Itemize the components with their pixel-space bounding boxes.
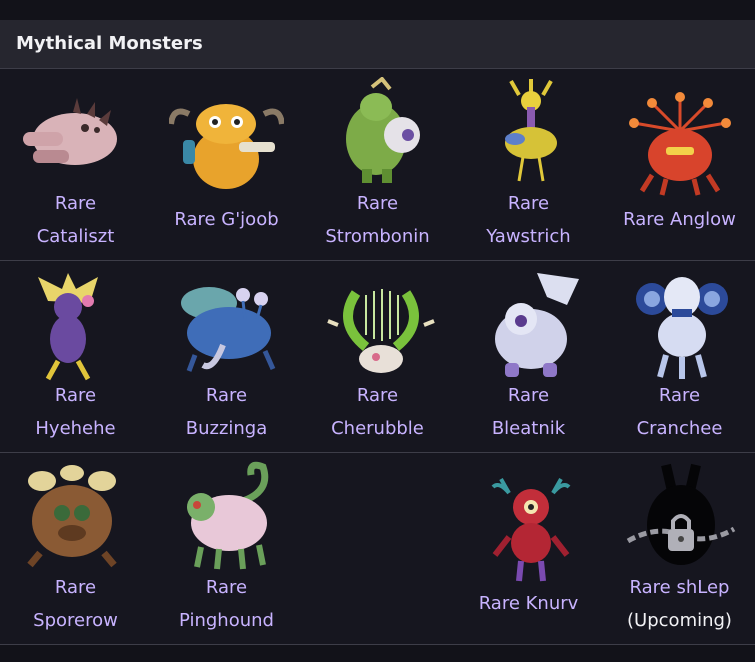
upcoming-note: (Upcoming)	[627, 610, 732, 631]
cataliszt-image[interactable]	[15, 94, 125, 184]
monster-row-2: Rare Hyehehe Rare Buzzinga Rare Cherubbl…	[0, 261, 755, 452]
monster-cell-cherubble[interactable]: Rare Cherubble	[302, 261, 453, 452]
monster-cell-cranchee[interactable]: Rare Cranchee	[604, 261, 755, 452]
monster-name-line1[interactable]: Rare	[453, 187, 604, 220]
monster-name-line1[interactable]: Rare	[151, 379, 302, 412]
monster-name-line1[interactable]: Rare	[151, 571, 302, 604]
bleatnik-image[interactable]	[487, 269, 582, 381]
monster-name-line2[interactable]: Bleatnik	[453, 412, 604, 445]
monster-name-line2[interactable]: Pinghound	[151, 604, 302, 637]
cherubble-image[interactable]	[326, 273, 436, 381]
monster-cell-strombonin[interactable]: Rare Strombonin	[302, 69, 453, 260]
monster-name-line1[interactable]: Rare	[302, 379, 453, 412]
cranchee-image[interactable]	[632, 269, 732, 384]
anglow-image[interactable]	[624, 91, 736, 201]
monster-name-line1[interactable]: Rare G'joob	[151, 203, 302, 236]
monster-name-line2[interactable]: Strombonin	[302, 220, 453, 253]
monster-cell-anglow[interactable]: Rare Anglow	[604, 69, 755, 260]
monster-row-3: Rare Sporerow Rare Pinghound Rare Knurv	[0, 453, 755, 644]
monster-name-line2[interactable]: Cranchee	[604, 412, 755, 445]
sporerow-image[interactable]	[20, 461, 125, 569]
bottom-bar	[0, 645, 755, 662]
section-title: Mythical Monsters	[16, 33, 203, 54]
monster-cell-yawstrich[interactable]: Rare Yawstrich	[453, 69, 604, 260]
buzzinga-image[interactable]	[169, 275, 284, 375]
section-header: Mythical Monsters	[0, 20, 755, 69]
monster-name-line1[interactable]: Rare	[302, 187, 453, 220]
monster-cell-hyehehe[interactable]: Rare Hyehehe	[0, 261, 151, 452]
top-bar	[0, 0, 755, 20]
pinghound-image[interactable]	[179, 461, 279, 573]
yawstrich-image[interactable]	[491, 77, 571, 187]
monster-cell-pinghound[interactable]: Rare Pinghound	[151, 453, 302, 644]
monster-cell-gjoob[interactable]: Rare G'joob	[151, 69, 302, 260]
monster-cell-sporerow[interactable]: Rare Sporerow	[0, 453, 151, 644]
monster-name-line1[interactable]: Rare	[604, 379, 755, 412]
monster-name-line2[interactable]: Sporerow	[0, 604, 151, 637]
monster-name-line1[interactable]: Rare	[453, 379, 604, 412]
monster-cell-cataliszt[interactable]: Rare Cataliszt	[0, 69, 151, 260]
monster-cell-shlep[interactable]: Rare shLep (Upcoming)	[604, 453, 755, 644]
monster-name-line1[interactable]: Rare	[0, 187, 151, 220]
monster-name-line1[interactable]: Rare Anglow	[604, 203, 755, 236]
hyehehe-image[interactable]	[28, 271, 108, 386]
shlep-silhouette-image[interactable]	[626, 461, 736, 573]
monster-name-line1[interactable]: Rare shLep	[604, 571, 755, 604]
monster-name-line2[interactable]: Hyehehe	[0, 412, 151, 445]
monster-cell-bleatnik[interactable]: Rare Bleatnik	[453, 261, 604, 452]
monster-name-line1[interactable]: Rare Knurv	[453, 587, 604, 620]
monster-name-line2[interactable]: Yawstrich	[453, 220, 604, 253]
strombonin-image[interactable]	[332, 77, 427, 189]
monster-name-line2[interactable]: Buzzinga	[151, 412, 302, 445]
monster-name-line2[interactable]: Cherubble	[302, 412, 453, 445]
monster-cell-buzzinga[interactable]: Rare Buzzinga	[151, 261, 302, 452]
knurv-image[interactable]	[491, 477, 571, 585]
gjoob-image[interactable]	[169, 94, 284, 194]
monster-name-line2[interactable]: Cataliszt	[0, 220, 151, 253]
monster-name-line1[interactable]: Rare	[0, 571, 151, 604]
monster-cell-knurv[interactable]: Rare Knurv	[453, 453, 604, 644]
monster-name-line1[interactable]: Rare	[0, 379, 151, 412]
monster-row-1: Rare Cataliszt Rare G'joob Rare Strombon…	[0, 69, 755, 260]
